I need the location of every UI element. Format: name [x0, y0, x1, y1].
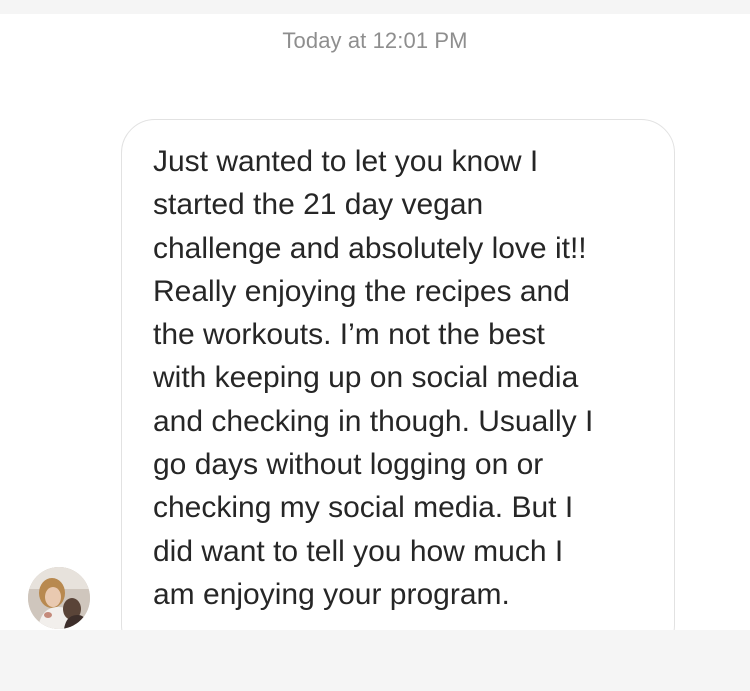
- message-timestamp: Today at 12:01 PM: [282, 28, 468, 53]
- sender-avatar[interactable]: [28, 567, 90, 629]
- avatar-photo-icon: [28, 567, 90, 629]
- composer-area: [0, 630, 750, 691]
- message-text: Just wanted to let you know I started th…: [153, 145, 594, 611]
- top-strip: [0, 0, 750, 14]
